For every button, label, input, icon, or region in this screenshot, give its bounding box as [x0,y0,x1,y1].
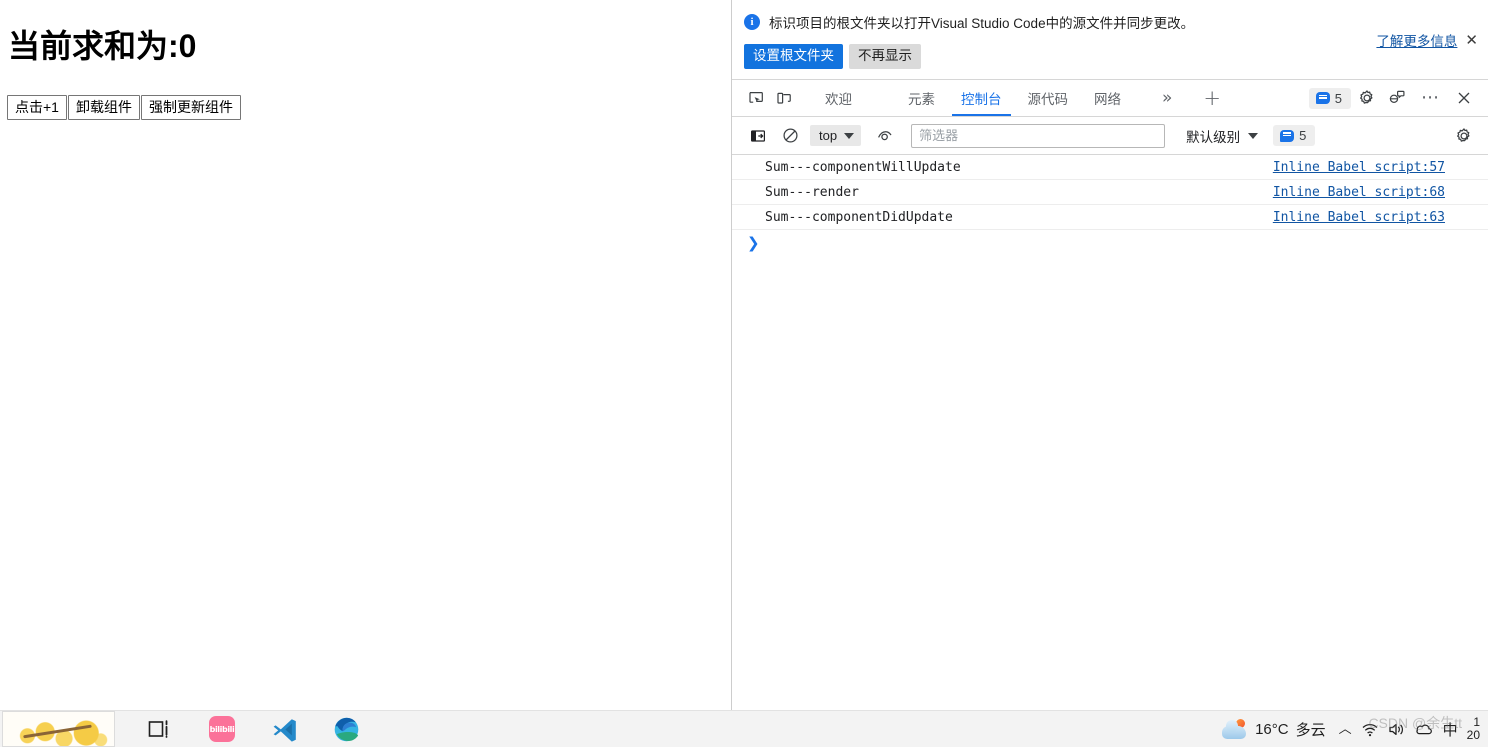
bilibili-icon[interactable]: bilibili [191,711,253,747]
devtools-tab-list: 欢迎 元素 控制台 源代码 网络 [812,80,1134,116]
unmount-component-button[interactable]: 卸载组件 [67,95,140,120]
wallpaper-thumbnail[interactable] [2,711,115,747]
console-message-list[interactable]: Sum---componentWillUpdate Inline Babel s… [732,155,1488,710]
device-toolbar-icon[interactable] [770,84,798,112]
windows-taskbar: bilibili 16°C 多云 ︿ 中 1 20 [0,710,1488,747]
devtools-tabbar: 欢迎 元素 控制台 源代码 网络 » + 5 ⋯ [732,80,1488,117]
web-page-pane: 当前求和为:0 点击+1 卸载组件 强制更新组件 [0,0,731,710]
message-count-value: 5 [1334,90,1342,106]
banner-close-icon[interactable]: ✕ [1465,32,1478,48]
console-sidebar-icon[interactable] [744,122,772,150]
taskbar-clock[interactable]: 1 20 [1467,716,1482,742]
console-row[interactable]: Sum---componentWillUpdate Inline Babel s… [732,155,1488,180]
tab-elements[interactable]: 元素 [895,80,948,116]
banner-message: 标识项目的根文件夹以打开Visual Studio Code中的源文件并同步更改… [769,16,1195,31]
console-message-text: Sum---componentDidUpdate [765,209,953,225]
onedrive-icon[interactable] [1415,722,1434,737]
tray-overflow-chevron-icon[interactable]: ︿ [1339,723,1352,736]
dont-show-again-button[interactable]: 不再显示 [849,44,921,69]
tab-network[interactable]: 网络 [1081,80,1134,116]
log-level-dropdown[interactable]: 默认级别 [1183,124,1261,148]
info-icon: i [744,14,760,30]
page-button-group: 点击+1 卸载组件 强制更新组件 [7,95,242,120]
ime-indicator[interactable]: 中 [1443,719,1458,740]
console-filter-input[interactable] [911,123,1166,148]
console-source-link[interactable]: Inline Babel script:68 [1273,185,1445,200]
banner-right-actions: 了解更多信息 ✕ [1376,30,1478,50]
clock-date: 20 [1466,728,1480,742]
console-message-text: Sum---componentWillUpdate [765,159,961,175]
vscode-workspace-banner: i 标识项目的根文件夹以打开Visual Studio Code中的源文件并同步… [732,0,1488,80]
vscode-icon[interactable] [253,711,315,747]
add-panel-icon[interactable]: + [1194,87,1230,109]
more-tabs-chevron-icon[interactable]: » [1152,89,1182,107]
set-root-folder-button[interactable]: 设置根文件夹 [744,44,843,69]
console-issues-count: 5 [1299,128,1307,143]
execution-context-dropdown[interactable]: top [810,125,862,146]
taskbar-tray: 16°C 多云 ︿ 中 1 20 [1218,711,1488,747]
learn-more-link[interactable]: 了解更多信息 [1376,30,1457,50]
console-input-prompt[interactable]: ❯ [732,230,1488,256]
feedback-icon[interactable] [1383,84,1411,112]
banner-message-row: i 标识项目的根文件夹以打开Visual Studio Code中的源文件并同步… [744,12,1194,32]
console-issues-badge[interactable]: 5 [1273,125,1316,146]
volume-icon[interactable] [1388,722,1406,737]
prompt-chevron-icon: ❯ [747,233,760,252]
tab-welcome[interactable]: 欢迎 [812,80,865,116]
wifi-icon[interactable] [1361,722,1379,737]
log-level-label: 默认级别 [1186,129,1241,145]
devtools-panel: i 标识项目的根文件夹以打开Visual Studio Code中的源文件并同步… [731,0,1488,710]
more-options-icon[interactable]: ⋯ [1413,89,1448,107]
clear-console-icon[interactable] [776,122,804,150]
devtools-tabbar-actions: 5 ⋯ [1308,84,1488,112]
message-count-badge[interactable]: 5 [1308,87,1351,109]
message-bubble-icon [1280,129,1295,142]
console-row[interactable]: Sum---render Inline Babel script:68 [732,180,1488,205]
live-expression-eye-icon[interactable] [871,122,899,150]
inspect-element-icon[interactable] [742,84,770,112]
increment-button[interactable]: 点击+1 [7,95,67,120]
bilibili-tile-label: bilibili [209,716,235,742]
console-source-link[interactable]: Inline Babel script:63 [1273,210,1445,225]
console-message-text: Sum---render [765,184,859,200]
weather-widget[interactable]: 16°C 多云 [1218,719,1330,740]
tab-sources[interactable]: 源代码 [1015,80,1082,116]
weather-condition: 多云 [1295,721,1326,739]
console-toolbar: top 默认级别 5 [732,117,1488,155]
task-view-icon[interactable] [129,711,191,747]
console-settings-gear-icon[interactable] [1450,122,1478,150]
chevron-down-icon [1248,132,1259,139]
page-title: 当前求和为:0 [8,28,197,64]
edge-icon[interactable] [315,711,377,747]
close-devtools-icon[interactable] [1450,84,1478,112]
taskbar-icon-group: bilibili [129,711,377,747]
weather-temperature: 16°C [1255,720,1289,738]
execution-context-label: top [819,128,838,143]
banner-actions: 设置根文件夹 不再显示 [744,44,921,69]
tab-console[interactable]: 控制台 [948,80,1015,116]
console-row[interactable]: Sum---componentDidUpdate Inline Babel sc… [732,205,1488,230]
chevron-down-icon [844,132,855,139]
screenshot-root: 当前求和为:0 点击+1 卸载组件 强制更新组件 i 标识项目的根文件夹以打开V… [0,0,1488,747]
partly-cloudy-icon [1222,719,1248,739]
force-update-button[interactable]: 强制更新组件 [140,95,241,120]
settings-gear-icon[interactable] [1353,84,1381,112]
message-bubble-icon [1315,92,1330,104]
console-source-link[interactable]: Inline Babel script:57 [1273,160,1445,175]
